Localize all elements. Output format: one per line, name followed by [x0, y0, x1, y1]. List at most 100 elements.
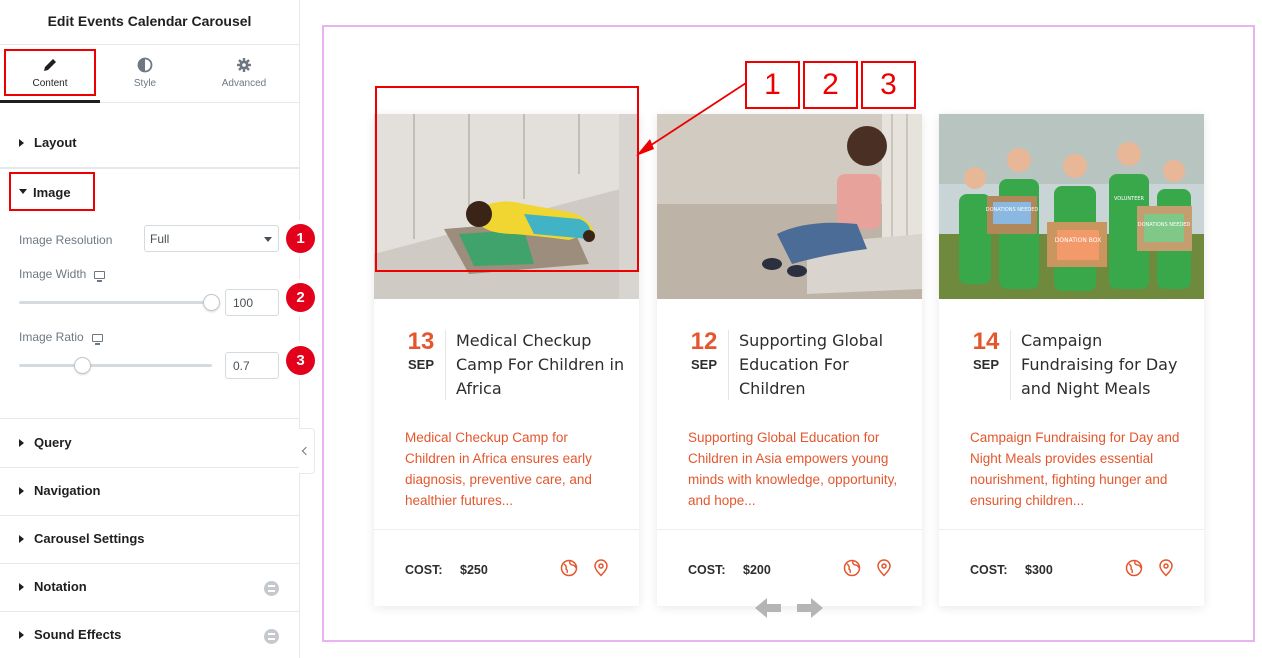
- tab-style[interactable]: Style: [100, 45, 190, 103]
- divider: [939, 529, 1204, 530]
- svg-text:DONATION BOX: DONATION BOX: [1055, 237, 1101, 244]
- section-image-label: Image: [33, 185, 71, 200]
- section-navigation-label: Navigation: [34, 483, 101, 498]
- image-highlight-box: [375, 86, 639, 272]
- event-month: SEP: [407, 357, 434, 372]
- arrow-left-icon[interactable]: [755, 598, 781, 618]
- pro-badge-icon: [264, 629, 279, 644]
- half-circle-icon: [137, 57, 153, 73]
- event-image-volunteers: DONATIONS NEEDED DONATION BOX DONATIONS …: [939, 114, 1204, 299]
- image-resolution-value: Full: [150, 232, 170, 246]
- section-sound-effects[interactable]: Sound Effects: [0, 612, 299, 658]
- event-card[interactable]: DONATIONS NEEDED DONATION BOX DONATIONS …: [939, 114, 1204, 606]
- caret-right-icon: [19, 583, 24, 591]
- cost-label: COST:: [688, 563, 726, 577]
- divider: [445, 330, 446, 400]
- event-date: 12 SEP: [684, 328, 724, 373]
- location-pin-icon[interactable]: [1157, 559, 1175, 577]
- svg-text:DONATIONS NEEDED: DONATIONS NEEDED: [986, 207, 1039, 213]
- image-width-input[interactable]: 100: [225, 289, 279, 316]
- cost-label: COST:: [970, 563, 1008, 577]
- event-image: DONATIONS NEEDED DONATION BOX DONATIONS …: [939, 114, 1204, 299]
- caret-right-icon: [19, 535, 24, 543]
- image-resolution-label: Image Resolution: [19, 233, 113, 247]
- image-width-slider[interactable]: [19, 294, 220, 311]
- section-carousel-settings[interactable]: Carousel Settings: [0, 516, 299, 564]
- annotation-number-1: 1: [745, 61, 800, 109]
- event-day: 12: [690, 328, 718, 355]
- tab-advanced[interactable]: Advanced: [190, 45, 298, 103]
- step-badge-2: 2: [282, 279, 319, 316]
- svg-text:DONATIONS NEEDED: DONATIONS NEEDED: [1138, 222, 1191, 228]
- image-width-label: Image Width: [19, 267, 106, 282]
- step-badge-3: 3: [282, 342, 319, 379]
- caret-down-icon: [19, 189, 27, 194]
- monitor-icon: [94, 270, 106, 282]
- event-date: 13 SEP: [401, 329, 441, 373]
- tab-style-label: Style: [133, 78, 157, 89]
- image-resolution-select[interactable]: Full: [144, 225, 279, 252]
- event-description: Supporting Global Education for Children…: [688, 430, 898, 508]
- monitor-icon: [91, 333, 103, 345]
- section-sound-label: Sound Effects: [34, 627, 122, 642]
- image-ratio-slider-thumb[interactable]: [73, 357, 91, 374]
- svg-text:VOLUNTEER: VOLUNTEER: [1114, 196, 1145, 202]
- arrow-right-icon[interactable]: [797, 598, 823, 618]
- section-notation-label: Notation: [34, 579, 87, 594]
- divider: [374, 529, 639, 530]
- cost-value: $300: [1025, 563, 1053, 577]
- divider: [657, 529, 922, 530]
- section-query-label: Query: [34, 435, 72, 450]
- globe-icon[interactable]: [560, 559, 578, 577]
- pro-badge-icon: [264, 581, 279, 596]
- annotation-number-3: 3: [861, 61, 916, 109]
- annotation-number-2: 2: [803, 61, 858, 109]
- panel-collapse-handle[interactable]: [299, 428, 315, 474]
- event-month: SEP: [690, 357, 717, 372]
- section-notation[interactable]: Notation: [0, 564, 299, 612]
- preview-area: 13 SEP Medical Checkup Camp For Children…: [322, 25, 1255, 642]
- event-title[interactable]: Supporting Global Education For Children: [739, 329, 914, 401]
- event-date: 14 SEP: [966, 328, 1006, 373]
- section-layout-label: Layout: [34, 135, 77, 150]
- content-tab-highlight: [4, 49, 96, 96]
- section-navigation[interactable]: Navigation: [0, 468, 299, 516]
- section-layout[interactable]: Layout: [0, 120, 299, 168]
- section-query[interactable]: Query: [0, 420, 299, 468]
- chevron-down-icon: [264, 237, 272, 242]
- event-description: Campaign Fundraising for Day and Night M…: [970, 430, 1180, 508]
- editor-panel: Edit Events Calendar Carousel Content St…: [0, 0, 319, 658]
- event-title[interactable]: Campaign Fundraising for Day and Night M…: [1021, 329, 1196, 401]
- gear-icon: [237, 58, 251, 72]
- caret-right-icon: [19, 487, 24, 495]
- image-width-slider-thumb[interactable]: [203, 294, 220, 311]
- location-pin-icon[interactable]: [592, 559, 610, 577]
- image-ratio-label: Image Ratio: [19, 330, 103, 345]
- event-day: 14: [972, 328, 1000, 355]
- globe-icon[interactable]: [1125, 559, 1143, 577]
- location-pin-icon[interactable]: [875, 559, 893, 577]
- cost-label: COST:: [405, 563, 443, 577]
- caret-right-icon: [19, 139, 24, 147]
- cost-value: $250: [460, 563, 488, 577]
- globe-icon[interactable]: [843, 559, 861, 577]
- cost-value: $200: [743, 563, 771, 577]
- section-carousel-label: Carousel Settings: [34, 531, 145, 546]
- event-card[interactable]: 12 SEP Supporting Global Education For C…: [657, 114, 922, 606]
- panel-title: Edit Events Calendar Carousel: [0, 0, 299, 45]
- step-badge-1: 1: [282, 220, 319, 257]
- divider: [728, 330, 729, 400]
- event-title[interactable]: Medical Checkup Camp For Children in Afr…: [456, 329, 631, 401]
- caret-right-icon: [19, 439, 24, 447]
- image-ratio-slider[interactable]: [19, 357, 212, 374]
- event-month: SEP: [972, 357, 999, 372]
- caret-right-icon: [19, 631, 24, 639]
- image-ratio-input[interactable]: 0.7: [225, 352, 279, 379]
- annotation-arrow: [636, 82, 747, 156]
- section-image: Image Image Resolution Full 1 Image Widt…: [0, 168, 319, 419]
- panel-tabs: Content Style Advanced: [0, 45, 299, 103]
- event-description: Medical Checkup Camp for Children in Afr…: [405, 430, 592, 508]
- section-image-header[interactable]: Image: [9, 172, 95, 211]
- divider: [1010, 330, 1011, 400]
- chevron-left-icon: [301, 446, 311, 456]
